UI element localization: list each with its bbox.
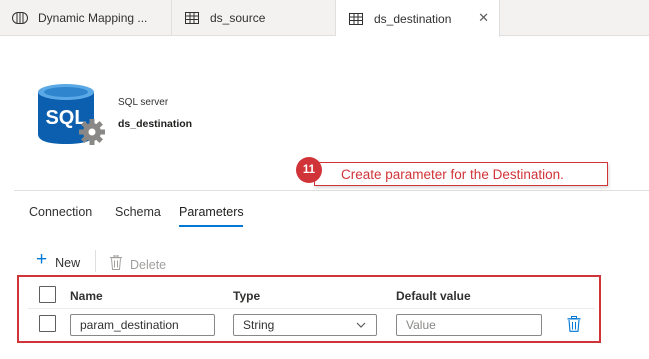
tab-bar: Dynamic Mapping ... ds_source ds_destina… <box>0 0 649 37</box>
tab-dynamic-mapping[interactable]: Dynamic Mapping ... <box>0 0 172 36</box>
column-header-default-value: Default value <box>396 289 471 303</box>
tab-schema[interactable]: Schema <box>115 205 161 219</box>
default-value-input[interactable]: Value <box>396 314 542 336</box>
sql-server-icon: SQL <box>38 84 105 145</box>
tab-label: Dynamic Mapping ... <box>38 11 148 25</box>
tab-ds-source[interactable]: ds_source <box>172 0 336 36</box>
column-header-name: Name <box>70 289 103 303</box>
header-divider <box>14 190 649 191</box>
plus-icon: + <box>36 249 48 270</box>
parameter-type-select[interactable]: String <box>233 314 377 336</box>
toolbar-separator <box>95 250 96 272</box>
dataset-type-label: SQL server <box>118 97 169 108</box>
tab-label: ds_destination <box>374 11 452 26</box>
select-all-checkbox[interactable] <box>39 286 56 303</box>
dataflow-icon <box>12 12 28 24</box>
delete-button[interactable]: Delete <box>110 252 166 272</box>
trash-icon <box>110 254 122 270</box>
close-icon[interactable]: ✕ <box>478 11 489 25</box>
sql-icon-text: SQL <box>45 107 86 129</box>
callout-text: Create parameter for the Destination. <box>314 162 608 186</box>
callout-step-badge: 11 <box>296 157 322 183</box>
gear-icon <box>79 119 105 145</box>
new-button[interactable]: + New <box>36 250 80 270</box>
new-button-label: New <box>55 256 81 270</box>
parameter-name-input[interactable]: param_destination <box>70 314 215 336</box>
column-header-type: Type <box>233 289 261 303</box>
tab-ds-destination[interactable]: ds_destination ✕ <box>336 0 500 37</box>
parameter-type-value: String <box>243 318 275 332</box>
table-icon <box>349 12 363 25</box>
tab-connection[interactable]: Connection <box>29 205 92 219</box>
row-checkbox[interactable] <box>39 315 56 332</box>
active-tab-indicator <box>179 225 243 227</box>
tab-parameters[interactable]: Parameters <box>179 205 244 219</box>
row-divider <box>28 308 595 309</box>
delete-button-label: Delete <box>130 258 167 272</box>
dataset-name: ds_destination <box>118 118 193 130</box>
chevron-down-icon <box>356 322 366 328</box>
trash-icon[interactable] <box>567 316 581 332</box>
table-icon <box>185 12 199 24</box>
tab-label: ds_source <box>210 11 266 25</box>
